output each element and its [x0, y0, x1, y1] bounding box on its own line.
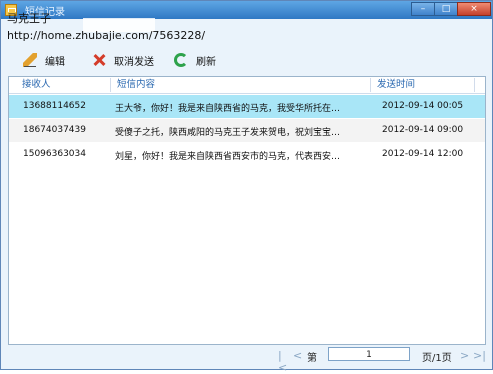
recipient-cell: 15096363034: [23, 149, 86, 159]
edit-label: 编辑: [45, 56, 65, 68]
column-content[interactable]: 短信内容: [111, 78, 371, 92]
recipient-cell: 13688114652: [23, 101, 86, 111]
toolbar: 编辑 取消发送 刷新: [1, 47, 492, 73]
page-prefix: 第: [307, 353, 317, 364]
sms-record-window: 短信记录 – □ × 马克王子 http://home.zhubajie.com…: [0, 0, 493, 374]
column-send-time[interactable]: 发送时间: [371, 78, 475, 92]
time-cell: 2012-09-14 12:00: [382, 149, 464, 159]
sms-table: 接收人 短信内容 发送时间 13688114652 王大爷，你好！我是来自陕西省…: [8, 76, 486, 345]
first-page-icon[interactable]: |<: [278, 350, 288, 374]
table-header: 接收人 短信内容 发送时间: [9, 77, 485, 94]
cancel-send-button[interactable]: 取消发送: [92, 52, 154, 68]
maximize-button[interactable]: □: [434, 2, 458, 16]
time-cell: 2012-09-14 09:00: [382, 125, 464, 135]
prev-page-icon[interactable]: <: [293, 350, 303, 362]
content-cell: 受傻子之托，陕西咸阳的马克王子发来贺电，祝刘宝宝…: [115, 128, 341, 138]
next-page-icon[interactable]: >: [460, 350, 470, 362]
watermark-name: 马克王子: [7, 12, 51, 25]
content-cell: 刘星，你好！我是来自陕西省西安市的马克，代表西安…: [115, 152, 341, 162]
edit-button[interactable]: 编辑: [23, 52, 65, 68]
page-number-input[interactable]: 1: [328, 347, 410, 361]
table-row[interactable]: 15096363034 刘星，你好！我是来自陕西省西安市的马克，代表西安… 20…: [9, 143, 485, 166]
pager-bar: |< < 第 1 页/1页 > >|: [1, 344, 492, 374]
last-page-icon[interactable]: >|: [473, 350, 486, 362]
cancel-send-label: 取消发送: [114, 56, 154, 68]
close-button[interactable]: ×: [457, 2, 491, 16]
recipient-cell: 18674037439: [23, 125, 86, 135]
column-recipient[interactable]: 接收人: [16, 78, 111, 92]
page-suffix: 页/1页: [422, 353, 452, 364]
table-row[interactable]: 13688114652 王大爷，你好！我是来自陕西省的马克，我受华所托在… 20…: [9, 95, 485, 118]
content-cell: 王大爷，你好！我是来自陕西省的马克，我受华所托在…: [115, 104, 341, 114]
time-cell: 2012-09-14 00:05: [382, 101, 464, 111]
minimize-button[interactable]: –: [411, 2, 435, 16]
watermark-url: http://home.zhubajie.com/7563228/: [7, 29, 206, 42]
refresh-button[interactable]: 刷新: [174, 52, 216, 68]
title-bar[interactable]: 短信记录 – □ ×: [1, 1, 492, 19]
cancel-icon: [92, 53, 106, 67]
refresh-label: 刷新: [196, 56, 216, 68]
table-row[interactable]: 18674037439 受傻子之托，陕西咸阳的马克王子发来贺电，祝刘宝宝… 20…: [9, 119, 485, 142]
refresh-icon: [174, 53, 188, 67]
edit-icon: [23, 53, 37, 67]
